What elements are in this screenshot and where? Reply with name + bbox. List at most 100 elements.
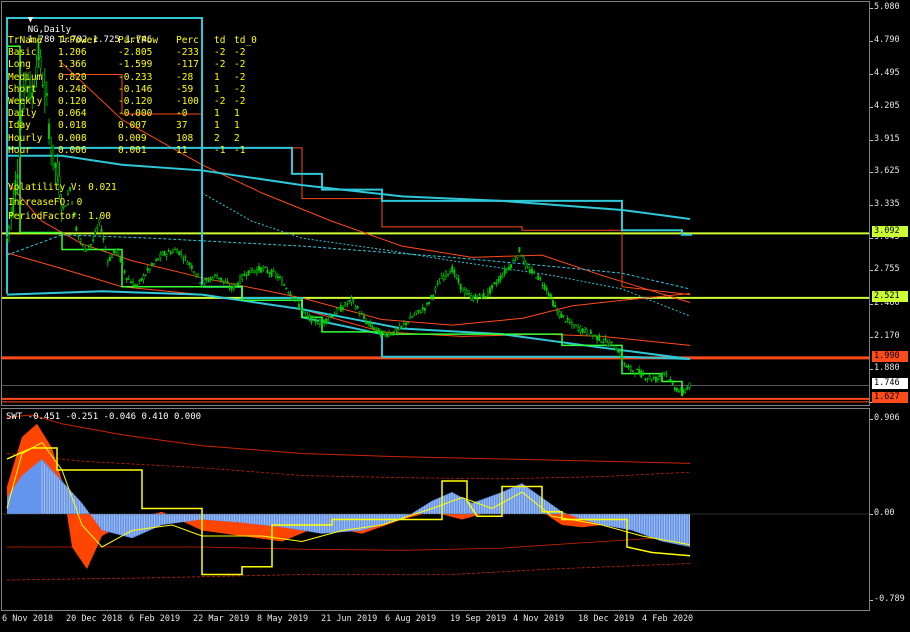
candle-body	[113, 249, 116, 254]
candle-body	[153, 263, 155, 265]
date-tick-label: 20 Dec 2018	[66, 614, 123, 624]
oscillator-canvas	[2, 414, 869, 581]
candle-body	[100, 228, 103, 232]
candle-body	[180, 252, 183, 256]
oscillator-pane[interactable]: SWT -0.451 -0.251 -0.046 0.410 0.000	[1, 408, 870, 611]
candle-body	[142, 275, 145, 280]
table-row: Daily 0.064 -0.000 -0 1 1	[8, 108, 264, 120]
candle-body	[503, 269, 506, 275]
table-row: Weekly 0.120 -0.120 -100 -2 -2	[8, 96, 264, 108]
candle-body	[417, 309, 420, 312]
candle-body	[77, 235, 80, 238]
candle-body	[451, 266, 454, 273]
candle-body	[564, 320, 567, 323]
candle-body	[575, 324, 578, 326]
table-cell: 0.064	[58, 108, 87, 120]
candle-body	[201, 284, 204, 287]
table-cell: 1	[214, 120, 220, 132]
price-tag-red_top: 1.990	[872, 350, 908, 362]
candle-body	[104, 249, 107, 251]
candle-body	[375, 326, 378, 329]
osc-tick-bottom: -0.789	[870, 594, 905, 604]
price-chart-pane[interactable]: ▼ NG,Daily 1.780 1.782 1.725 1.746 TrNam…	[1, 1, 870, 406]
candle-body	[501, 275, 504, 278]
candle-body	[594, 334, 596, 337]
candle-body	[6, 236, 8, 239]
candle-body	[552, 300, 554, 307]
candle-body	[604, 338, 607, 341]
table-cell: -2	[234, 59, 246, 71]
osc-lower-dashed	[6, 563, 691, 581]
date-tick-label: 21 Jun 2019	[321, 614, 378, 624]
candle-body	[409, 315, 412, 320]
candle-body	[138, 280, 141, 282]
candle-body	[528, 269, 531, 273]
candle-body	[665, 372, 668, 375]
candle-body	[255, 269, 258, 274]
date-tick-label: 6 Nov 2018	[2, 614, 54, 624]
candle-body	[505, 269, 508, 271]
table-cell: 1	[234, 120, 240, 132]
osc-tick-top: 0.906	[870, 413, 900, 423]
dropdown-triangle-icon[interactable]: ▼	[28, 15, 33, 25]
date-tick-label: 8 May 2019	[257, 614, 309, 624]
candle-body	[478, 293, 481, 295]
price-tag-current: 1.746	[872, 378, 908, 390]
osc-upper-band	[6, 414, 691, 464]
table-cell: 0.001	[118, 144, 147, 156]
candle-body	[167, 250, 170, 253]
candle-body	[411, 316, 414, 318]
candle-body	[577, 326, 580, 332]
table-cell: Long	[8, 59, 31, 71]
candle-body	[642, 373, 645, 376]
candle-body	[169, 251, 172, 255]
candle-body	[432, 294, 435, 298]
candle-body	[211, 277, 214, 281]
candle-body	[392, 331, 395, 336]
red-ma-1	[6, 181, 691, 326]
candle-body	[379, 331, 382, 337]
candle-body	[163, 251, 166, 256]
table-cell: 37	[176, 120, 188, 132]
candle-body	[606, 342, 609, 347]
candle-body	[199, 282, 202, 284]
candle-body	[426, 303, 428, 305]
candle-body	[85, 248, 88, 250]
candle-body	[312, 316, 315, 318]
candle-body	[581, 328, 584, 333]
candle-body	[615, 348, 617, 351]
candle-body	[289, 293, 292, 296]
table-cell: PartPow	[118, 35, 159, 46]
candle-body	[247, 270, 250, 276]
candle-body	[562, 315, 565, 317]
osc-tick-zero: 0.00	[869, 508, 895, 518]
candle-body	[633, 373, 636, 375]
candle-body	[688, 382, 691, 389]
candle-body	[686, 387, 689, 390]
table-cell: 2	[234, 132, 240, 144]
candle-body	[657, 378, 659, 380]
candle-body	[682, 389, 685, 394]
candle-body	[111, 255, 113, 259]
candle-body	[444, 270, 447, 277]
candle-body	[598, 334, 601, 341]
table-cell: TrPower	[58, 35, 99, 46]
table-cell: 11	[176, 144, 188, 156]
table-cell: -2	[234, 71, 246, 83]
candle-body	[591, 335, 594, 337]
price-tick-label: 2.170	[870, 330, 900, 341]
candle-body	[344, 302, 347, 307]
price-tag-yellow_top: 3.092	[872, 226, 908, 238]
candle-body	[667, 379, 670, 381]
table-cell: Basic	[8, 47, 37, 59]
price-tick-label: 3.335	[870, 199, 900, 209]
table-cell: -59	[176, 83, 194, 95]
candle-body	[489, 287, 491, 294]
date-tick-label: 22 Mar 2019	[193, 614, 250, 624]
candle-body	[159, 253, 162, 259]
price-axis[interactable]: 5.0804.7904.4954.2053.9153.6253.3353.045…	[869, 0, 910, 632]
table-row: Iday 0.018 0.007 37 1 1	[8, 120, 264, 132]
candle-body	[367, 322, 370, 324]
date-tick-label: 4 Nov 2019	[513, 614, 565, 624]
table-cell: 1	[234, 108, 240, 120]
